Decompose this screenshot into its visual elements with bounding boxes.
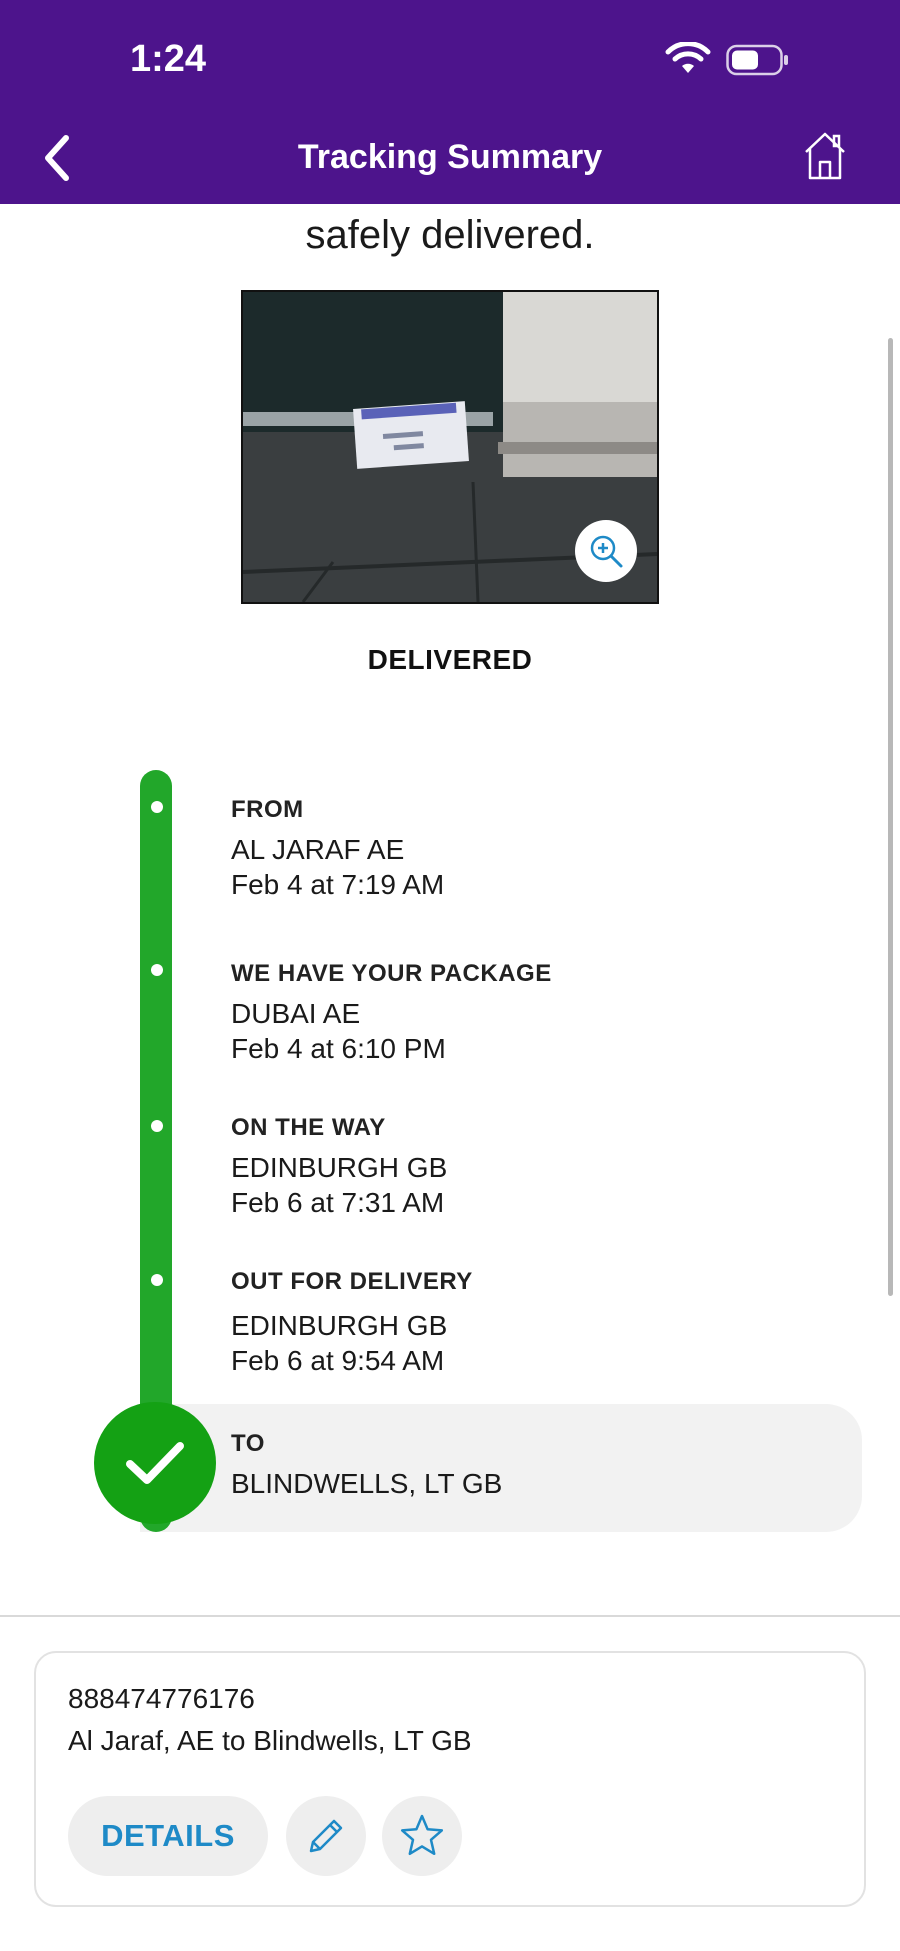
event-title: OUT FOR DELIVERY — [231, 1268, 473, 1295]
zoom-photo-button[interactable] — [575, 520, 637, 582]
details-button[interactable]: DETAILS — [68, 1796, 268, 1876]
delivery-status: DELIVERED — [367, 644, 533, 675]
event-location: EDINBURGH GB — [231, 1152, 448, 1183]
timeline-dot — [151, 801, 163, 813]
home-icon — [805, 132, 845, 180]
destination-title: TO — [231, 1430, 265, 1457]
delivered-check — [94, 1402, 216, 1524]
home-button[interactable] — [800, 128, 850, 182]
divider — [0, 1615, 900, 1617]
scrollbar[interactable] — [888, 338, 893, 1296]
delivery-photo[interactable] — [241, 290, 659, 604]
zoom-in-icon — [590, 535, 623, 568]
checkmark-icon — [126, 1442, 184, 1484]
status-time: 1:24 — [130, 38, 207, 80]
destination-event: TO BLINDWELLS, LT GB — [231, 1430, 502, 1501]
star-icon — [400, 1814, 444, 1856]
timeline-dot — [151, 1120, 163, 1132]
top-bar: 1:24 Tracking Summary — [0, 0, 900, 204]
event-location: DUBAI AE — [231, 998, 361, 1029]
destination-location: BLINDWELLS, LT GB — [231, 1468, 503, 1499]
event-title: FROM — [231, 796, 304, 823]
shipment-card: 888474776176 Al Jaraf, AE to Blindwells,… — [34, 1651, 866, 1907]
timeline-event: ON THE WAY EDINBURGH GB Feb 6 at 7:31 AM — [231, 1114, 447, 1220]
timeline-event: OUT FOR DELIVERY EDINBURGH GB Feb 6 at 9… — [231, 1268, 473, 1378]
battery-icon — [726, 44, 788, 76]
tracking-number: 888474776176 — [68, 1683, 255, 1714]
pencil-icon — [309, 1819, 343, 1853]
edit-button[interactable] — [286, 1796, 366, 1876]
event-title: ON THE WAY — [231, 1114, 386, 1141]
timeline-event: FROM AL JARAF AE Feb 4 at 7:19 AM — [231, 796, 444, 902]
timeline-event: WE HAVE YOUR PACKAGE DUBAI AE Feb 4 at 6… — [231, 960, 552, 1066]
event-location: AL JARAF AE — [231, 834, 405, 865]
event-time: Feb 6 at 7:31 AM — [231, 1187, 445, 1218]
page-title: Tracking Summary — [297, 138, 603, 176]
event-time: Feb 6 at 9:54 AM — [231, 1345, 445, 1376]
event-location: EDINBURGH GB — [231, 1310, 448, 1341]
shipment-route: Al Jaraf, AE to Blindwells, LT GB — [68, 1725, 472, 1756]
timeline-dot — [151, 1274, 163, 1286]
wifi-icon — [665, 42, 711, 73]
event-title: WE HAVE YOUR PACKAGE — [231, 960, 552, 987]
delivery-message: safely delivered. — [305, 213, 595, 257]
favorite-button[interactable] — [382, 1796, 462, 1876]
event-time: Feb 4 at 6:10 PM — [231, 1033, 446, 1064]
timeline-dot — [151, 964, 163, 976]
event-time: Feb 4 at 7:19 AM — [231, 869, 445, 900]
